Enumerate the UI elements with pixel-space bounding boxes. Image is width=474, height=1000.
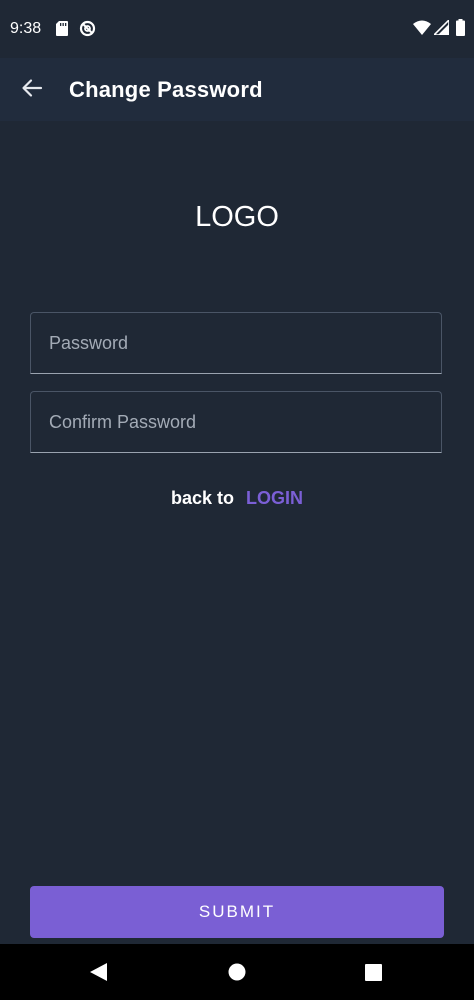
status-time: 9:38: [10, 20, 42, 37]
wifi-icon: [413, 20, 431, 40]
submit-button[interactable]: SUBMIT: [30, 886, 444, 938]
sd-card-icon: [56, 21, 68, 41]
nav-back-icon[interactable]: [90, 963, 107, 986]
logo: LOGO: [195, 201, 279, 233]
confirm-password-field[interactable]: [30, 391, 442, 453]
battery-icon: [456, 19, 465, 41]
back-button[interactable]: [12, 70, 52, 110]
login-link[interactable]: LOGIN: [246, 488, 303, 508]
arrow-left-icon: [21, 77, 43, 104]
status-bar: 9:38: [0, 0, 474, 58]
sync-icon: [79, 20, 96, 42]
back-to-text: back to: [170, 488, 235, 508]
nav-home-icon[interactable]: [228, 963, 246, 986]
signal-icon: [432, 18, 450, 40]
change-password-screen: 9:38 Change Password LOGO back to LOGIN …: [0, 0, 474, 1000]
password-field[interactable]: [30, 312, 442, 374]
app-bar: Change Password: [0, 58, 474, 121]
back-to-login-row: back to LOGIN: [0, 486, 474, 510]
nav-recents-icon[interactable]: [365, 964, 382, 986]
navigation-bar: [0, 944, 474, 1000]
confirm-password-input[interactable]: [31, 392, 441, 452]
page-title: Change Password: [69, 77, 263, 102]
password-input[interactable]: [31, 313, 441, 373]
